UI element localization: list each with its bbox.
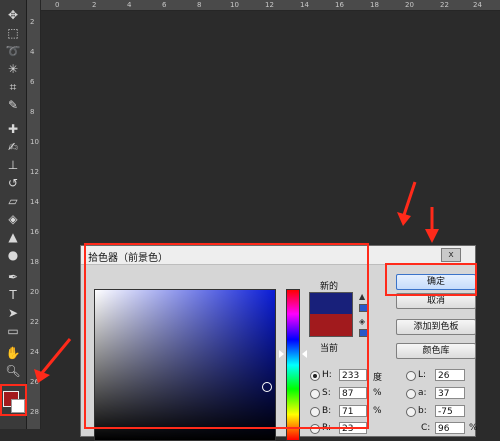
marquee-icon[interactable]: ⬚ — [3, 24, 23, 42]
magic-wand-icon[interactable]: ✳ — [3, 60, 23, 78]
ruler-tick: 14 — [30, 198, 39, 206]
ruler-tick: 18 — [370, 1, 379, 9]
history-brush-icon[interactable]: ↺ — [3, 174, 23, 192]
shape-icon[interactable]: ▭ — [3, 322, 23, 340]
ruler-tick: 22 — [30, 318, 39, 326]
ruler-tick: 6 — [30, 78, 35, 86]
ruler-tick: 20 — [30, 288, 39, 296]
h-unit: 度 — [373, 373, 383, 383]
lab-b-input[interactable]: -75 — [435, 405, 465, 417]
radio-a[interactable] — [406, 389, 416, 399]
c-input[interactable]: 96 — [435, 422, 465, 434]
radio-l[interactable] — [406, 371, 416, 381]
stamp-icon[interactable]: ⊥ — [3, 156, 23, 174]
a-label: a: — [418, 388, 427, 398]
l-label: L: — [418, 370, 427, 380]
text-icon[interactable]: T — [3, 286, 23, 304]
highlight-box-ok — [385, 263, 477, 296]
ruler-tick: 20 — [405, 1, 414, 9]
c-label: C: — [421, 423, 431, 433]
zoom-icon[interactable]: 🔍︎ — [3, 362, 23, 380]
pen-icon[interactable]: ✒ — [3, 268, 23, 286]
lab-b-label: b: — [418, 406, 427, 416]
ruler-tick: 4 — [127, 1, 132, 9]
ruler-tick: 2 — [92, 1, 97, 9]
l-input[interactable]: 26 — [435, 369, 465, 381]
hand-icon[interactable]: ✋ — [3, 344, 23, 362]
a-input[interactable]: 37 — [435, 387, 465, 399]
ruler-tick: 12 — [265, 1, 274, 9]
eyedropper-icon[interactable]: ✎ — [3, 96, 23, 114]
radio-b-lab[interactable] — [406, 407, 416, 417]
ruler-tick: 18 — [30, 258, 39, 266]
ruler-tick: 16 — [30, 228, 39, 236]
ruler-tick: 0 — [55, 1, 60, 9]
annotation-arrow-icon — [397, 181, 417, 226]
path-select-icon[interactable]: ➤ — [3, 304, 23, 322]
ruler-tick: 2 — [30, 18, 35, 26]
close-button[interactable]: x — [441, 248, 461, 262]
bucket-icon[interactable]: ◈ — [3, 210, 23, 228]
blur-icon[interactable]: ▲ — [3, 228, 23, 246]
ruler-tick: 8 — [197, 1, 202, 9]
ruler-tick: 10 — [30, 138, 39, 146]
highlight-box-picker — [84, 243, 369, 429]
eraser-icon[interactable]: ▱ — [3, 192, 23, 210]
ruler-tick: 12 — [30, 168, 39, 176]
ruler-tick: 8 — [30, 108, 35, 116]
c-unit: % — [469, 423, 478, 433]
add-to-swatches-button[interactable]: 添加到色板 — [396, 319, 476, 335]
dodge-icon[interactable]: ● — [3, 246, 23, 264]
ruler-tick: 22 — [440, 1, 449, 9]
ruler-tick: 6 — [162, 1, 167, 9]
highlight-box-swatches — [0, 384, 27, 416]
annotation-arrow-icon — [425, 207, 439, 243]
healing-icon[interactable]: ✚ — [3, 120, 23, 138]
annotation-arrow-icon — [34, 338, 72, 383]
ruler-tick: 4 — [30, 48, 35, 56]
crop-icon[interactable]: ⌗ — [3, 78, 23, 96]
brush-icon[interactable]: ✍ — [3, 138, 23, 156]
ruler-tick: 24 — [473, 1, 482, 9]
horizontal-ruler: 0 2 4 6 8 10 12 14 16 18 20 22 24 — [27, 0, 500, 11]
s-unit: % — [373, 388, 382, 398]
brightness-unit: % — [373, 406, 382, 416]
color-libraries-button[interactable]: 颜色库 — [396, 343, 476, 359]
move-icon[interactable]: ✥ — [3, 6, 23, 24]
ruler-tick: 14 — [300, 1, 309, 9]
ruler-tick: 10 — [230, 1, 239, 9]
tools-panel: ✥ ⬚ ➰ ✳ ⌗ ✎ ✚ ✍ ⊥ ↺ ▱ ◈ ▲ ● ✒ T ➤ ▭ ✋ 🔍︎ — [0, 0, 27, 429]
lasso-icon[interactable]: ➰ — [3, 42, 23, 60]
ruler-tick: 28 — [30, 408, 39, 416]
ruler-tick: 16 — [335, 1, 344, 9]
